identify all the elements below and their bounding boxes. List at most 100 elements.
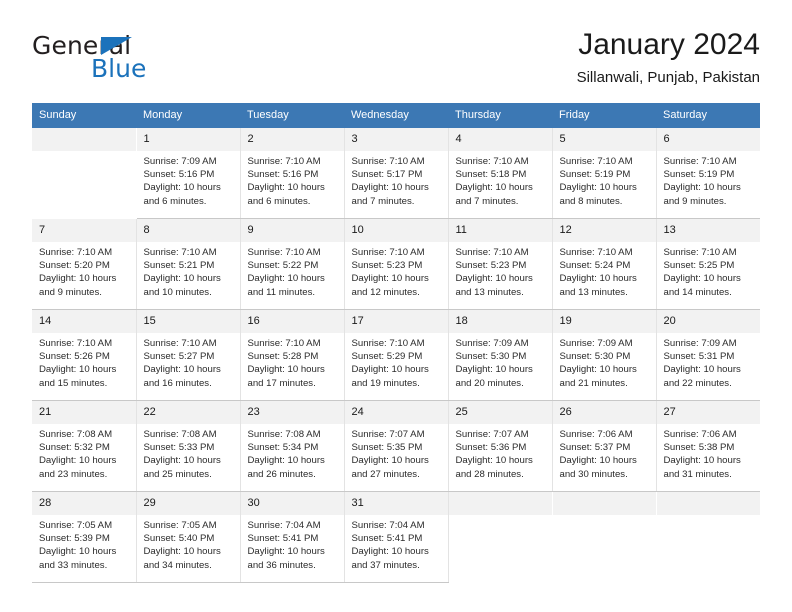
daylight-duration-line1: Daylight: 10 hours [455, 455, 533, 467]
daylight-duration-line1: Daylight: 10 hours [559, 182, 637, 194]
day-number: 23 [240, 401, 344, 424]
day-number: 2 [240, 128, 344, 151]
sunset-time: Sunset: 5:17 PM [351, 169, 423, 181]
day-number: 13 [656, 219, 760, 242]
daylight-duration-line2: and 34 minutes. [143, 559, 212, 571]
daylight-duration-line2: and 21 minutes. [559, 377, 628, 389]
day-number: 9 [240, 219, 344, 242]
sunset-time: Sunset: 5:36 PM [455, 442, 527, 454]
sunset-time: Sunset: 5:19 PM [559, 169, 631, 181]
daylight-duration-line2: and 9 minutes. [39, 286, 102, 298]
calendar-cell-empty [551, 491, 657, 583]
calendar-day-cell[interactable]: 29 Sunrise: 7:05 AM Sunset: 5:40 PM Dayligh… [135, 491, 241, 583]
sunset-time: Sunset: 5:30 PM [559, 351, 631, 363]
calendar-day-cell[interactable]: 25 Sunrise: 7:07 AM Sunset: 5:36 PM Dayligh… [447, 400, 553, 492]
daylight-duration-line1: Daylight: 10 hours [39, 364, 117, 376]
day-sun-info: Sunrise: 7:08 AM Sunset: 5:33 PM Daylight:… [137, 424, 240, 481]
sunrise-time: Sunrise: 7:10 AM [663, 247, 737, 258]
calendar-day-cell[interactable]: 27 Sunrise: 7:06 AM Sunset: 5:38 PM Dayligh… [655, 400, 760, 492]
sunset-time: Sunset: 5:39 PM [39, 533, 110, 545]
day-sun-info: Sunrise: 7:10 AM Sunset: 5:25 PM Daylight:… [657, 242, 761, 299]
day-sun-info: Sunrise: 7:10 AM Sunset: 5:28 PM Daylight:… [241, 333, 344, 390]
sunrise-time: Sunrise: 7:08 AM [247, 429, 321, 440]
calendar-day-cell[interactable]: 5 Sunrise: 7:10 AM Sunset: 5:19 PM Daylight… [551, 128, 657, 219]
day-sun-info: Sunrise: 7:05 AM Sunset: 5:40 PM Daylight:… [137, 515, 240, 572]
calendar-day-cell[interactable]: 22 Sunrise: 7:08 AM Sunset: 5:33 PM Dayligh… [135, 400, 241, 492]
day-sun-info: Sunrise: 7:08 AM Sunset: 5:34 PM Daylight:… [241, 424, 344, 481]
calendar-cell-empty [32, 128, 137, 219]
daylight-duration-line1: Daylight: 10 hours [351, 364, 429, 376]
calendar-day-cell[interactable]: 1 Sunrise: 7:09 AM Sunset: 5:16 PM Daylight… [135, 128, 241, 219]
sunrise-time: Sunrise: 7:10 AM [247, 156, 321, 167]
calendar-week-row: 21 Sunrise: 7:08 AM Sunset: 5:32 PM Dayligh… [32, 400, 760, 492]
daylight-duration-line1: Daylight: 10 hours [247, 455, 325, 467]
sunrise-time: Sunrise: 7:09 AM [559, 338, 633, 349]
day-sun-info: Sunrise: 7:09 AM Sunset: 5:16 PM Daylight:… [137, 151, 240, 208]
calendar-day-cell[interactable]: 3 Sunrise: 7:10 AM Sunset: 5:17 PM Daylight… [343, 128, 449, 219]
calendar-day-cell[interactable]: 19 Sunrise: 7:09 AM Sunset: 5:30 PM Dayligh… [551, 309, 657, 401]
sunset-time: Sunset: 5:32 PM [39, 442, 110, 454]
calendar-day-cell[interactable]: 14 Sunrise: 7:10 AM Sunset: 5:26 PM Dayligh… [32, 309, 137, 401]
calendar-day-cell[interactable]: 21 Sunrise: 7:08 AM Sunset: 5:32 PM Dayligh… [32, 400, 137, 492]
day-sun-info: Sunrise: 7:10 AM Sunset: 5:18 PM Daylight:… [449, 151, 552, 208]
sunset-time: Sunset: 5:35 PM [351, 442, 423, 454]
calendar-day-cell[interactable]: 6 Sunrise: 7:10 AM Sunset: 5:19 PM Daylight… [655, 128, 760, 219]
daylight-duration-line1: Daylight: 10 hours [143, 182, 221, 194]
calendar-day-cell[interactable]: 28 Sunrise: 7:05 AM Sunset: 5:39 PM Dayligh… [32, 491, 137, 583]
calendar-day-cell[interactable]: 13 Sunrise: 7:10 AM Sunset: 5:25 PM Dayligh… [655, 218, 761, 310]
sunrise-time: Sunrise: 7:10 AM [39, 338, 113, 349]
calendar-day-cell[interactable]: 18 Sunrise: 7:09 AM Sunset: 5:30 PM Dayligh… [447, 309, 553, 401]
daylight-duration-line1: Daylight: 10 hours [663, 364, 741, 376]
weekday-header-wednesday: Wednesday [344, 103, 448, 128]
day-number: 31 [344, 492, 448, 515]
daylight-duration-line2: and 37 minutes. [351, 559, 420, 571]
calendar-day-cell[interactable]: 16 Sunrise: 7:10 AM Sunset: 5:28 PM Dayligh… [239, 309, 345, 401]
calendar-day-cell[interactable]: 8 Sunrise: 7:10 AM Sunset: 5:21 PM Daylight… [135, 218, 241, 310]
calendar-day-cell[interactable]: 12 Sunrise: 7:10 AM Sunset: 5:24 PM Dayligh… [551, 218, 657, 310]
calendar-week-row: 28 Sunrise: 7:05 AM Sunset: 5:39 PM Dayligh… [32, 491, 760, 583]
day-number: 16 [240, 310, 344, 333]
daylight-duration-line1: Daylight: 10 hours [247, 364, 325, 376]
calendar-day-cell[interactable]: 20 Sunrise: 7:09 AM Sunset: 5:31 PM Dayligh… [655, 309, 760, 401]
calendar-day-cell[interactable]: 9 Sunrise: 7:10 AM Sunset: 5:22 PM Daylight… [239, 218, 345, 310]
weekday-header-friday: Friday [552, 103, 656, 128]
calendar-day-cell[interactable]: 24 Sunrise: 7:07 AM Sunset: 5:35 PM Dayligh… [343, 400, 449, 492]
daylight-duration-line1: Daylight: 10 hours [351, 273, 429, 285]
calendar-day-cell[interactable]: 26 Sunrise: 7:06 AM Sunset: 5:37 PM Dayligh… [551, 400, 657, 492]
day-number: 27 [656, 401, 760, 424]
daylight-duration-line2: and 14 minutes. [663, 286, 732, 298]
sunrise-time: Sunrise: 7:06 AM [559, 429, 633, 440]
calendar-day-cell[interactable]: 4 Sunrise: 7:10 AM Sunset: 5:18 PM Daylight… [447, 128, 553, 219]
day-number [32, 128, 136, 151]
sunset-time: Sunset: 5:20 PM [39, 260, 110, 272]
sunrise-time: Sunrise: 7:08 AM [39, 429, 113, 440]
daylight-duration-line1: Daylight: 10 hours [143, 364, 221, 376]
calendar-day-cell[interactable]: 17 Sunrise: 7:10 AM Sunset: 5:29 PM Dayligh… [343, 309, 449, 401]
daylight-duration-line2: and 7 minutes. [455, 195, 519, 207]
calendar-day-cell[interactable]: 7 Sunrise: 7:10 AM Sunset: 5:20 PM Daylight… [32, 218, 137, 310]
daylight-duration-line2: and 19 minutes. [351, 377, 420, 389]
page-title: January 2024 [578, 28, 760, 61]
sunrise-time: Sunrise: 7:04 AM [351, 520, 425, 531]
daylight-duration-line1: Daylight: 10 hours [351, 546, 429, 558]
sunrise-time: Sunrise: 7:10 AM [247, 338, 321, 349]
day-sun-info: Sunrise: 7:09 AM Sunset: 5:30 PM Daylight:… [449, 333, 552, 390]
weekday-header-monday: Monday [136, 103, 240, 128]
calendar-day-cell[interactable]: 15 Sunrise: 7:10 AM Sunset: 5:27 PM Dayligh… [135, 309, 241, 401]
calendar-day-cell[interactable]: 10 Sunrise: 7:10 AM Sunset: 5:23 PM Dayligh… [343, 218, 449, 310]
calendar-day-cell[interactable]: 31 Sunrise: 7:04 AM Sunset: 5:41 PM Dayligh… [343, 491, 449, 583]
calendar-day-cell[interactable]: 30 Sunrise: 7:04 AM Sunset: 5:41 PM Dayligh… [239, 491, 345, 583]
day-number: 22 [136, 401, 240, 424]
sunrise-time: Sunrise: 7:05 AM [39, 520, 113, 531]
calendar-day-cell[interactable]: 23 Sunrise: 7:08 AM Sunset: 5:34 PM Dayligh… [239, 400, 345, 492]
sunset-time: Sunset: 5:21 PM [143, 260, 215, 272]
sunrise-time: Sunrise: 7:10 AM [455, 156, 529, 167]
daylight-duration-line1: Daylight: 10 hours [143, 546, 221, 558]
day-number: 5 [552, 128, 656, 151]
daylight-duration-line1: Daylight: 10 hours [351, 455, 429, 467]
calendar-day-cell[interactable]: 11 Sunrise: 7:10 AM Sunset: 5:23 PM Dayligh… [447, 218, 553, 310]
calendar-cell-empty [655, 491, 760, 583]
calendar-day-cell[interactable]: 2 Sunrise: 7:10 AM Sunset: 5:16 PM Daylight… [239, 128, 345, 219]
daylight-duration-line2: and 16 minutes. [143, 377, 212, 389]
day-sun-info: Sunrise: 7:04 AM Sunset: 5:41 PM Daylight:… [241, 515, 344, 572]
